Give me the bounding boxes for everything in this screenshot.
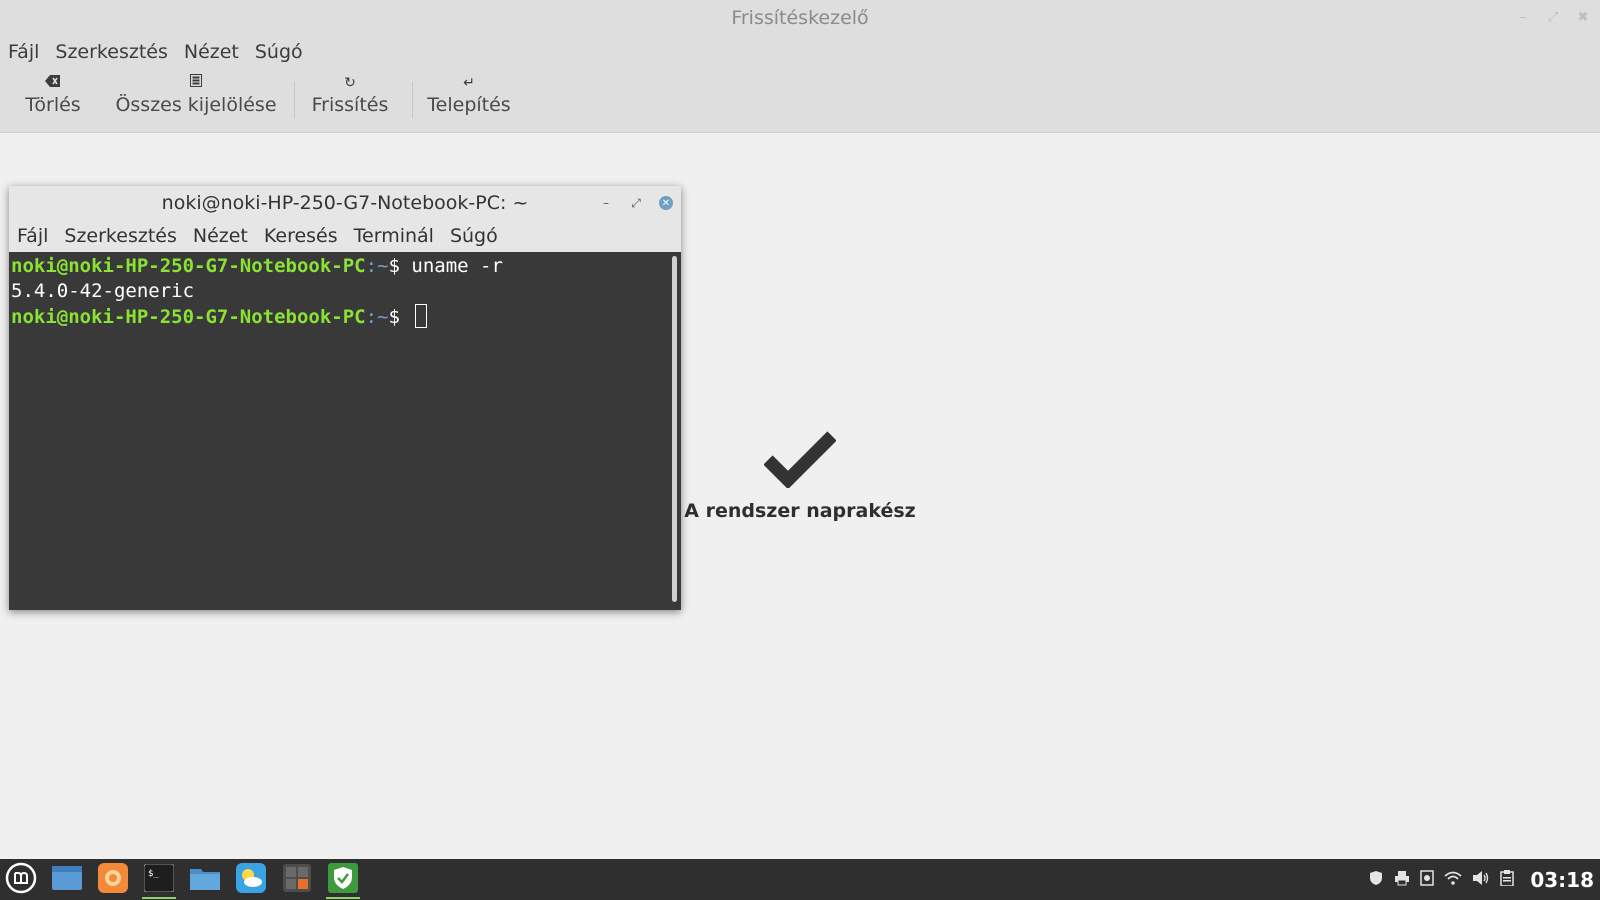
select-all-button[interactable]: Összes kijelölése — [112, 74, 280, 128]
taskbar: $_ 03:18 — [0, 859, 1600, 900]
checkmark-icon — [680, 430, 920, 492]
svg-text:$_: $_ — [148, 869, 159, 879]
close-button[interactable]: ✖ — [1572, 6, 1594, 28]
main-toolbar: Törlés Összes kijelölése ↻ Frissítés ↵ T… — [0, 68, 1600, 133]
system-tray: 03:18 — [1368, 859, 1594, 900]
terminal-command: uname -r — [411, 255, 503, 277]
clear-label: Törlés — [25, 94, 81, 116]
terminal-line: 5.4.0-42-generic — [11, 279, 681, 304]
wifi-icon[interactable] — [1444, 871, 1462, 889]
weather-icon — [236, 862, 266, 897]
toolbar-separator — [412, 82, 413, 118]
status-area: A rendszer naprakész — [680, 430, 920, 522]
terminal-menu-view[interactable]: Nézet — [193, 225, 248, 247]
files-icon — [190, 866, 220, 894]
calculator-icon — [283, 863, 311, 896]
menu-view[interactable]: Nézet — [184, 41, 239, 63]
main-titlebar: Frissítéskezelő – ⤢ ✖ — [0, 0, 1600, 36]
update-manager-icon — [328, 862, 358, 897]
terminal-menu-terminal[interactable]: Terminál — [354, 225, 434, 247]
maximize-icon: ⤢ — [631, 195, 641, 210]
menu-button[interactable] — [2, 861, 40, 899]
maximize-icon: ⤢ — [1547, 9, 1559, 25]
clear-button[interactable]: Törlés — [20, 74, 86, 128]
prompt-path: :~ — [365, 306, 389, 328]
prompt-path: :~ — [365, 255, 389, 277]
terminal-titlebar[interactable]: noki@noki-HP-250-G7-Notebook-PC: ~ – ⤢ ✕ — [9, 186, 681, 220]
terminal-output[interactable]: noki@noki-HP-250-G7-Notebook-PC:~$ uname… — [9, 252, 681, 610]
clock[interactable]: 03:18 — [1530, 868, 1594, 892]
install-icon: ↵ — [463, 75, 475, 91]
main-menubar: Fájl Szerkesztés Nézet Súgó — [0, 36, 1600, 68]
shield-icon[interactable] — [1368, 870, 1384, 890]
close-icon: ✖ — [1577, 9, 1589, 25]
files-launcher[interactable] — [186, 861, 224, 899]
maximize-button[interactable]: ⤢ — [1542, 6, 1564, 28]
refresh-icon: ↻ — [344, 75, 356, 91]
terminal-line: noki@noki-HP-250-G7-Notebook-PC:~$ uname… — [11, 254, 681, 279]
update-manager-launcher[interactable] — [324, 861, 362, 899]
terminal-menu-file[interactable]: Fájl — [17, 225, 48, 247]
menu-help[interactable]: Súgó — [255, 41, 303, 63]
menu-icon — [5, 862, 37, 898]
install-label: Telepítés — [427, 94, 511, 116]
clipboard-icon[interactable] — [1500, 869, 1515, 890]
terminal-scrollbar[interactable] — [672, 256, 677, 602]
minimize-icon: – — [1519, 9, 1527, 25]
terminal-menubar: Fájl Szerkesztés Nézet Keresés Terminál … — [9, 220, 681, 252]
terminal-icon: $_ — [143, 863, 175, 896]
backspace-icon — [20, 74, 86, 92]
status-text: A rendszer naprakész — [684, 500, 916, 522]
terminal-menu-search[interactable]: Keresés — [264, 225, 338, 247]
weather-launcher[interactable] — [232, 861, 270, 899]
terminal-title: noki@noki-HP-250-G7-Notebook-PC: ~ — [161, 192, 529, 214]
main-window-title: Frissítéskezelő — [731, 7, 869, 29]
select-all-label: Összes kijelölése — [115, 94, 277, 116]
window-controls: – ⤢ ✖ — [1512, 6, 1594, 28]
show-desktop-icon — [52, 865, 82, 894]
minimize-icon: – — [603, 196, 609, 210]
firefox-launcher[interactable] — [94, 861, 132, 899]
menu-file[interactable]: Fájl — [8, 41, 39, 63]
printer-icon[interactable] — [1394, 870, 1410, 890]
close-icon: ✕ — [661, 197, 671, 209]
firefox-icon — [98, 862, 128, 897]
volume-icon[interactable] — [1472, 870, 1490, 890]
terminal-launcher[interactable]: $_ — [140, 861, 178, 899]
prompt-user: noki@noki-HP-250-G7-Notebook-PC — [11, 255, 366, 277]
terminal-window-controls: – ⤢ ✕ — [595, 192, 673, 214]
minimize-button[interactable]: – — [1512, 6, 1534, 28]
terminal-window[interactable]: noki@noki-HP-250-G7-Notebook-PC: ~ – ⤢ ✕… — [9, 186, 681, 610]
terminal-line: noki@noki-HP-250-G7-Notebook-PC:~$ — [11, 304, 681, 329]
terminal-maximize-button[interactable]: ⤢ — [625, 192, 647, 214]
terminal-close-button[interactable]: ✕ — [659, 196, 673, 210]
refresh-label: Frissítés — [311, 94, 389, 116]
show-desktop-button[interactable] — [48, 861, 86, 899]
terminal-cursor — [415, 304, 428, 328]
screenshot-icon[interactable] — [1420, 869, 1435, 890]
install-button[interactable]: ↵ Telepítés — [426, 74, 512, 128]
toolbar-separator — [294, 82, 295, 118]
prompt-symbol: $ — [388, 306, 412, 328]
terminal-minimize-button[interactable]: – — [595, 192, 617, 214]
terminal-menu-help[interactable]: Súgó — [450, 225, 498, 247]
command-output: 5.4.0-42-generic — [11, 280, 195, 302]
refresh-button[interactable]: ↻ Frissítés — [308, 74, 392, 128]
menu-edit[interactable]: Szerkesztés — [55, 41, 167, 63]
calculator-launcher[interactable] — [278, 861, 316, 899]
select-all-icon — [112, 74, 280, 92]
prompt-symbol: $ — [388, 255, 412, 277]
terminal-menu-edit[interactable]: Szerkesztés — [64, 225, 176, 247]
prompt-user: noki@noki-HP-250-G7-Notebook-PC — [11, 306, 366, 328]
